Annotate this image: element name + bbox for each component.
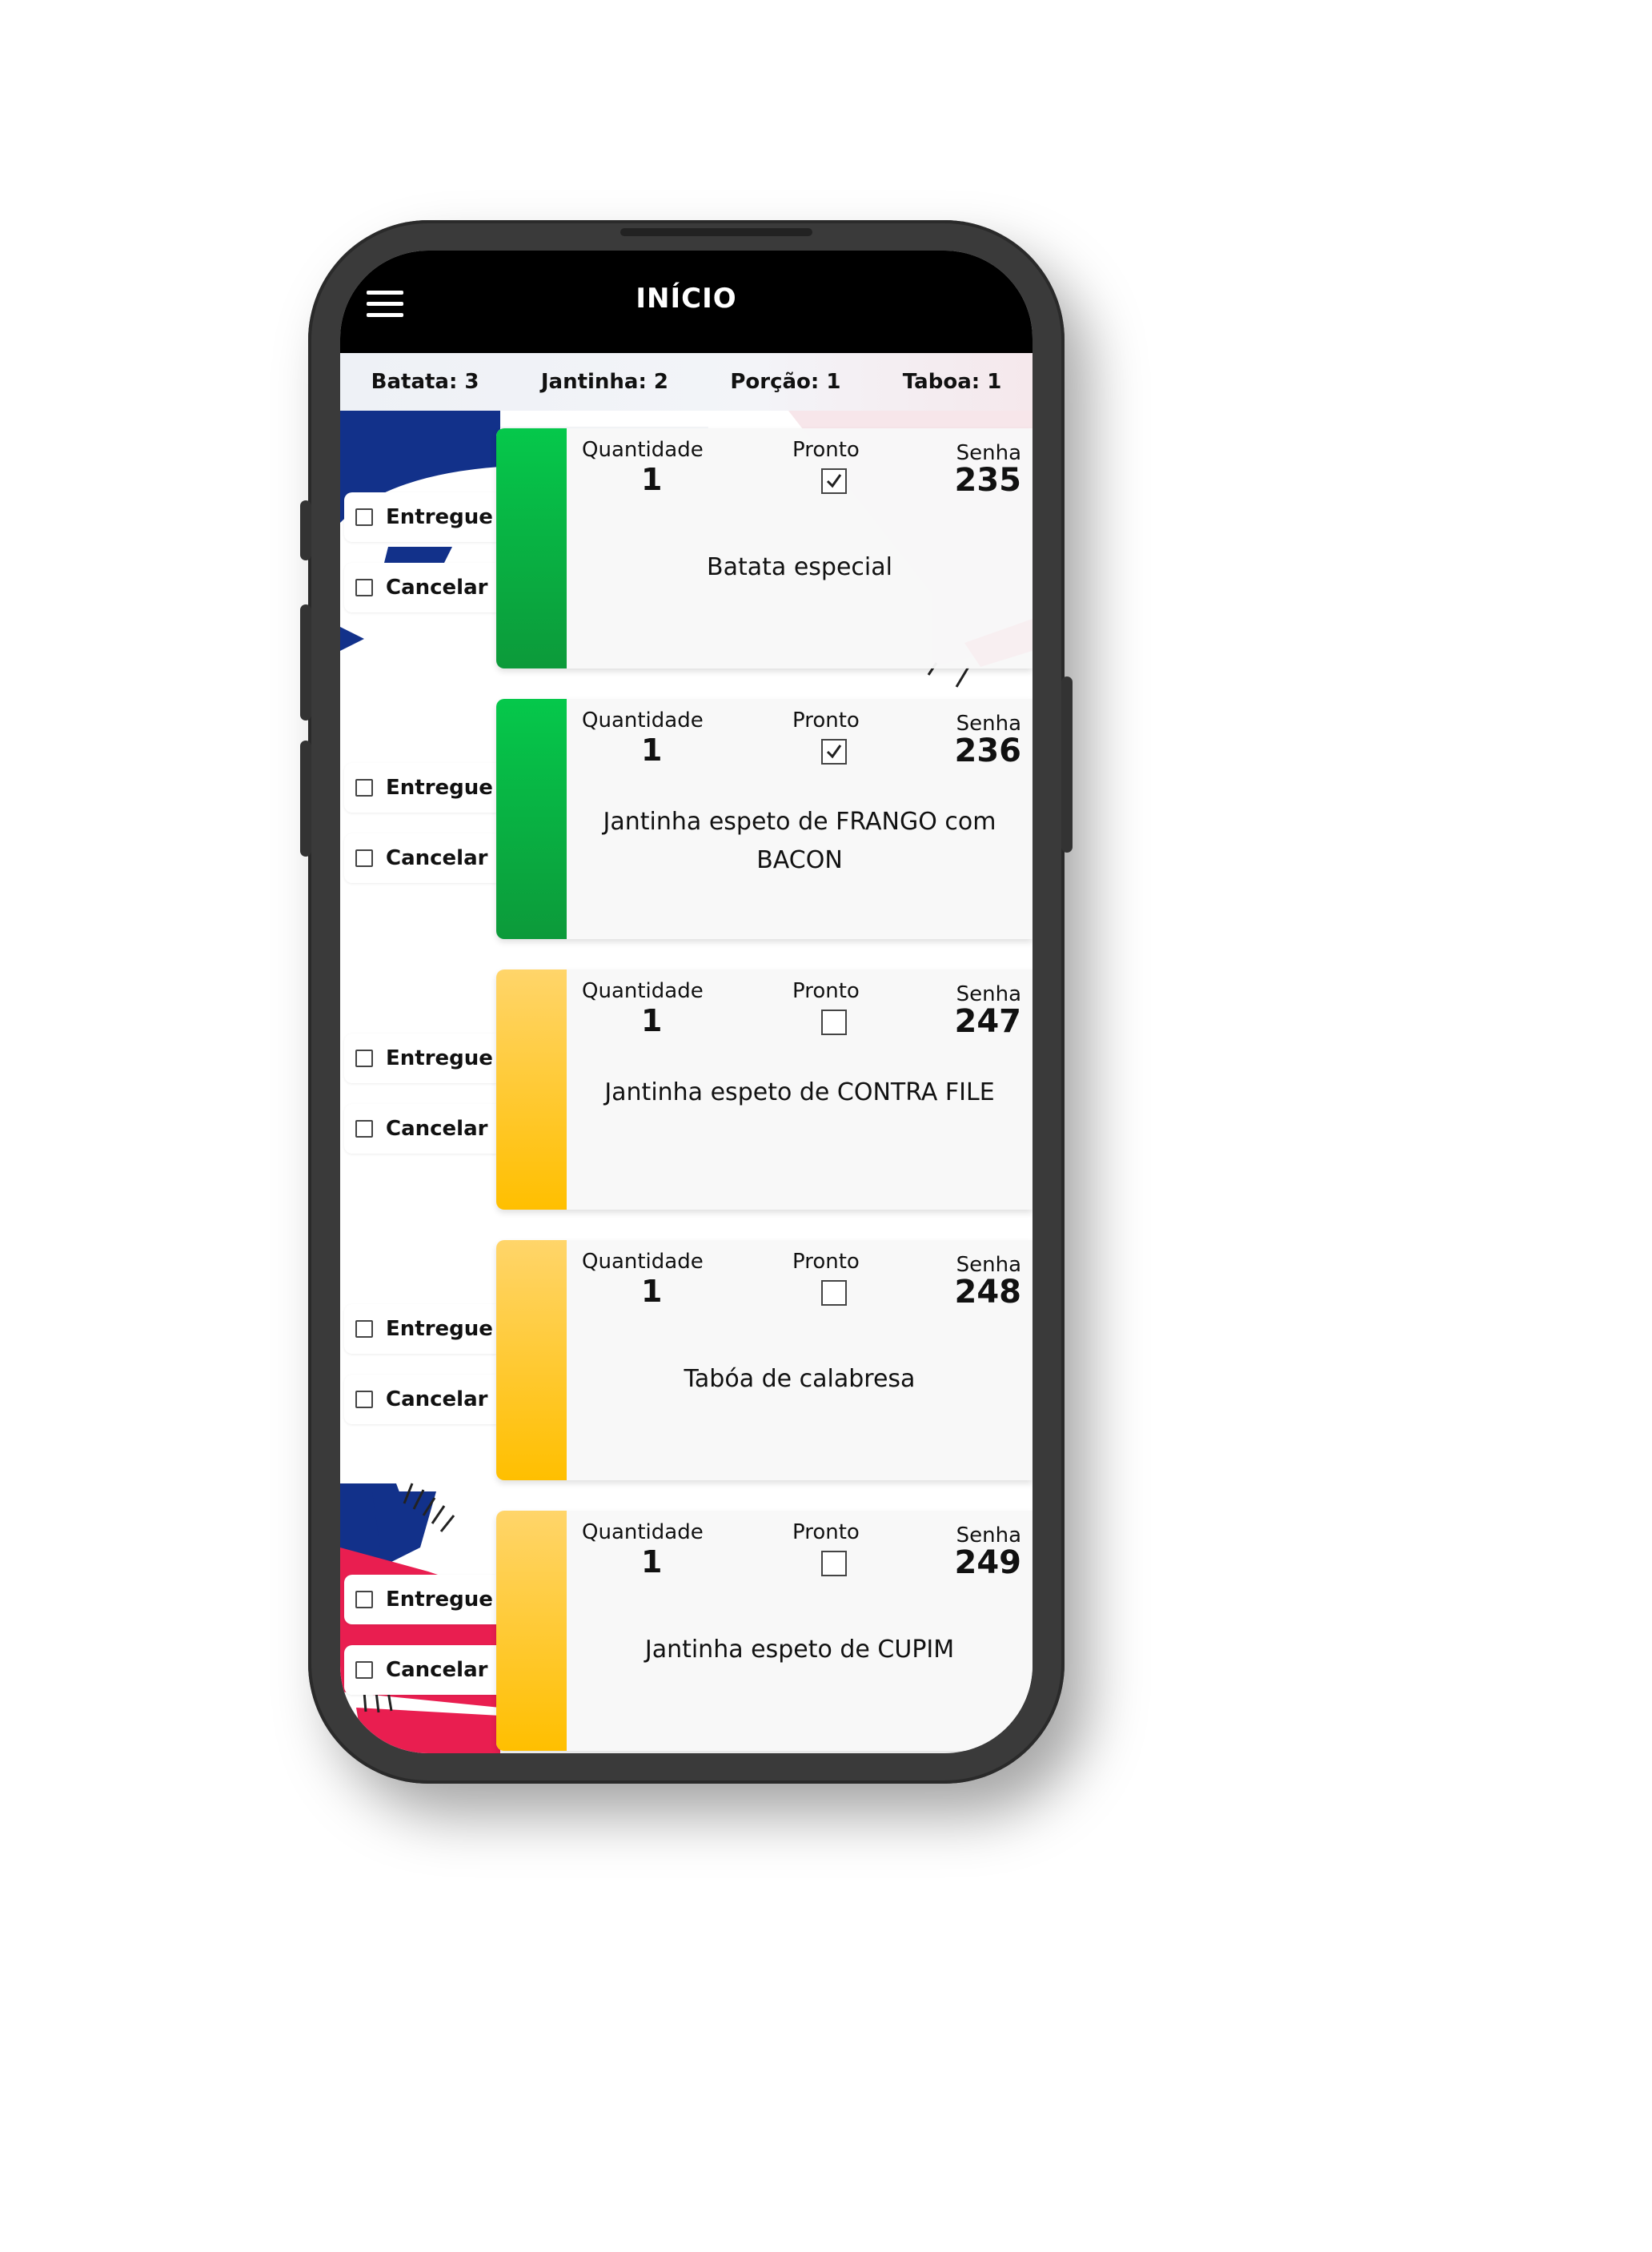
order-row: Entregue Cancelar Quantidade 1 Pronto Se… bbox=[340, 428, 1032, 668]
cancel-checkbox[interactable]: Cancelar bbox=[344, 1375, 496, 1424]
checkbox-icon bbox=[355, 1320, 373, 1338]
quantity-value: 1 bbox=[641, 1003, 663, 1038]
status-stripe-ready bbox=[496, 699, 567, 939]
quantity-label: Quantidade bbox=[582, 979, 704, 1003]
app-header: INÍCIO bbox=[340, 251, 1032, 353]
order-actions: Entregue Cancelar bbox=[344, 1304, 496, 1445]
product-name: Batata especial bbox=[707, 553, 892, 581]
checkbox-icon bbox=[355, 1391, 373, 1408]
app-screen: INÍCIO Batata: 3 Jantinha: 2 Porção: 1 T… bbox=[340, 251, 1032, 1753]
order-card[interactable]: Quantidade 1 Pronto Senha 249 Jantinha e… bbox=[496, 1511, 1032, 1751]
delivered-checkbox[interactable]: Entregue bbox=[344, 492, 496, 542]
order-actions: Entregue Cancelar bbox=[344, 492, 496, 633]
delivered-checkbox[interactable]: Entregue bbox=[344, 1304, 496, 1354]
checkbox-icon bbox=[355, 1050, 373, 1067]
phone-frame: INÍCIO Batata: 3 Jantinha: 2 Porção: 1 T… bbox=[300, 220, 1073, 1784]
delivered-label: Entregue bbox=[386, 776, 493, 800]
delivered-label: Entregue bbox=[386, 1046, 493, 1070]
power-button bbox=[1061, 676, 1073, 853]
speaker-grille bbox=[620, 228, 812, 236]
order-actions: Entregue Cancelar bbox=[344, 1575, 496, 1716]
checkmark-icon bbox=[826, 474, 842, 488]
ticket-number: 247 bbox=[954, 1003, 1022, 1040]
ready-checkbox[interactable] bbox=[821, 468, 847, 494]
ready-label: Pronto bbox=[792, 979, 860, 1003]
order-card[interactable]: Quantidade 1 Pronto Senha 235 Batata esp… bbox=[496, 428, 1032, 668]
quantity-label: Quantidade bbox=[582, 709, 704, 733]
order-card[interactable]: Quantidade 1 Pronto Senha 247 Jantinha e… bbox=[496, 969, 1032, 1210]
page-title: INÍCIO bbox=[636, 283, 737, 315]
checkbox-icon bbox=[355, 579, 373, 596]
quantity-value: 1 bbox=[641, 1274, 663, 1309]
ready-label: Pronto bbox=[792, 1250, 860, 1274]
status-stripe-ready bbox=[496, 428, 567, 668]
delivered-checkbox[interactable]: Entregue bbox=[344, 1575, 496, 1624]
summary-porcao: Porção: 1 bbox=[730, 370, 841, 394]
ready-label: Pronto bbox=[792, 1520, 860, 1544]
order-row: Entregue Cancelar Quantidade 1 Pronto Se… bbox=[340, 1240, 1032, 1480]
delivered-label: Entregue bbox=[386, 1317, 493, 1341]
order-card[interactable]: Quantidade 1 Pronto Senha 236 Jantinha e… bbox=[496, 699, 1032, 939]
cancel-checkbox[interactable]: Cancelar bbox=[344, 833, 496, 883]
cancel-label: Cancelar bbox=[386, 1658, 488, 1682]
summary-jantinha: Jantinha: 2 bbox=[540, 370, 669, 394]
order-row: Entregue Cancelar Quantidade 1 Pronto Se… bbox=[340, 969, 1032, 1210]
product-name: Jantinha espeto de CUPIM bbox=[644, 1636, 955, 1664]
quantity-value: 1 bbox=[641, 462, 663, 497]
status-stripe-pending bbox=[496, 1240, 567, 1480]
order-actions: Entregue Cancelar bbox=[344, 1034, 496, 1174]
quantity-label: Quantidade bbox=[582, 438, 704, 462]
product-name: Tabóa de calabresa bbox=[684, 1365, 916, 1393]
ready-label: Pronto bbox=[792, 709, 860, 733]
cancel-checkbox[interactable]: Cancelar bbox=[344, 563, 496, 612]
checkbox-icon bbox=[355, 779, 373, 797]
checkbox-icon bbox=[355, 849, 373, 867]
checkbox-icon bbox=[355, 1661, 373, 1679]
delivered-label: Entregue bbox=[386, 505, 493, 529]
checkmark-icon bbox=[826, 745, 842, 759]
order-actions: Entregue Cancelar bbox=[344, 763, 496, 904]
mute-switch bbox=[300, 500, 311, 560]
product-name: Jantinha espeto de FRANGO com BACON bbox=[603, 808, 996, 874]
cancel-checkbox[interactable]: Cancelar bbox=[344, 1104, 496, 1154]
ready-checkbox[interactable] bbox=[821, 1551, 847, 1576]
checkbox-icon bbox=[355, 508, 373, 526]
delivered-label: Entregue bbox=[386, 1588, 493, 1612]
ready-checkbox[interactable] bbox=[821, 739, 847, 765]
cancel-checkbox[interactable]: Cancelar bbox=[344, 1645, 496, 1695]
status-stripe-pending bbox=[496, 969, 567, 1210]
order-row: Entregue Cancelar Quantidade 1 Pronto Se… bbox=[340, 699, 1032, 939]
volume-down-button bbox=[300, 741, 311, 857]
order-card[interactable]: Quantidade 1 Pronto Senha 248 Tabóa de c… bbox=[496, 1240, 1032, 1480]
product-name: Jantinha espeto de CONTRA FILE bbox=[604, 1078, 995, 1106]
ready-checkbox[interactable] bbox=[821, 1280, 847, 1306]
ticket-number: 235 bbox=[954, 462, 1022, 499]
ready-label: Pronto bbox=[792, 438, 860, 462]
ticket-number: 236 bbox=[954, 733, 1022, 769]
summary-taboa: Taboa: 1 bbox=[902, 370, 1002, 394]
delivered-checkbox[interactable]: Entregue bbox=[344, 763, 496, 813]
quantity-value: 1 bbox=[641, 1544, 663, 1580]
cancel-label: Cancelar bbox=[386, 1387, 488, 1411]
summary-batata: Batata: 3 bbox=[371, 370, 479, 394]
quantity-label: Quantidade bbox=[582, 1520, 704, 1544]
cancel-label: Cancelar bbox=[386, 846, 488, 870]
status-stripe-pending bbox=[496, 1511, 567, 1751]
order-row: Entregue Cancelar Quantidade 1 Pronto Se… bbox=[340, 1511, 1032, 1751]
delivered-checkbox[interactable]: Entregue bbox=[344, 1034, 496, 1083]
quantity-value: 1 bbox=[641, 733, 663, 768]
checkbox-icon bbox=[355, 1591, 373, 1608]
quantity-label: Quantidade bbox=[582, 1250, 704, 1274]
ticket-number: 249 bbox=[954, 1544, 1022, 1581]
cancel-label: Cancelar bbox=[386, 1117, 488, 1141]
category-summary-bar: Batata: 3 Jantinha: 2 Porção: 1 Taboa: 1 bbox=[340, 353, 1032, 411]
cancel-label: Cancelar bbox=[386, 576, 488, 600]
ready-checkbox[interactable] bbox=[821, 1010, 847, 1035]
volume-up-button bbox=[300, 604, 311, 721]
ticket-number: 248 bbox=[954, 1274, 1022, 1311]
checkbox-icon bbox=[355, 1120, 373, 1138]
